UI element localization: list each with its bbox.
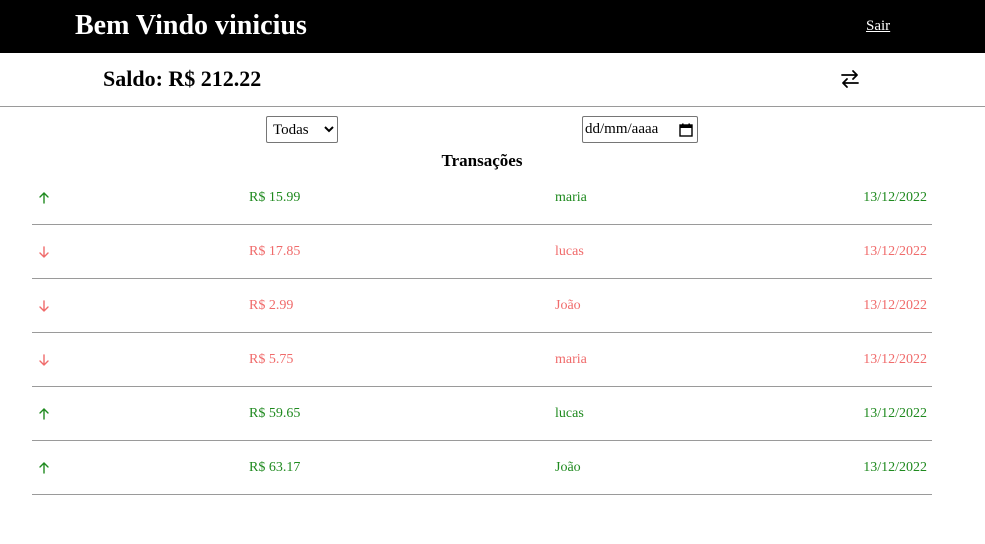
transaction-name: João (555, 460, 581, 475)
balance-value: Saldo: R$ 212.22 (103, 66, 262, 91)
transaction-date: 13/12/2022 (863, 406, 927, 421)
date-placeholder: dd/mm/aaaa (585, 121, 659, 137)
transaction-row: R$ 5.75 maria 13/12/2022 (32, 333, 932, 387)
income-arrow-icon (39, 408, 49, 420)
transfer-arrows-icon[interactable] (838, 67, 862, 91)
income-arrow-icon (39, 462, 49, 474)
expense-arrow-icon (39, 246, 49, 258)
transaction-type-select[interactable]: Todas (266, 116, 338, 143)
balance-bar: Saldo: R$ 212.22 (0, 53, 985, 107)
transaction-date: 13/12/2022 (863, 298, 927, 313)
calendar-icon[interactable] (679, 123, 693, 137)
transaction-date: 13/12/2022 (863, 244, 927, 259)
transaction-amount: R$ 63.17 (249, 460, 301, 475)
transaction-row: R$ 63.17 João 13/12/2022 (32, 441, 932, 495)
logout-link[interactable]: Sair (866, 17, 890, 35)
welcome-title: Bem Vindo vinicius (75, 10, 307, 41)
date-filter-input[interactable]: dd/mm/aaaa (582, 116, 698, 143)
expense-arrow-icon (39, 354, 49, 366)
transaction-row: R$ 2.99 João 13/12/2022 (32, 279, 932, 333)
transaction-name: maria (555, 352, 587, 367)
transaction-amount: R$ 17.85 (249, 244, 301, 259)
transaction-date: 13/12/2022 (863, 190, 927, 205)
transaction-row: R$ 15.99 maria 13/12/2022 (32, 171, 932, 225)
transaction-amount: R$ 59.65 (249, 406, 301, 421)
transaction-row: R$ 17.85 lucas 13/12/2022 (32, 225, 932, 279)
expense-arrow-icon (39, 300, 49, 312)
transaction-date: 13/12/2022 (863, 352, 927, 367)
transactions-list: R$ 15.99 maria 13/12/2022 R$ 17.85 lucas… (32, 171, 932, 495)
transaction-amount: R$ 5.75 (249, 352, 294, 367)
transaction-date: 13/12/2022 (863, 460, 927, 475)
income-arrow-icon (39, 192, 49, 204)
transaction-name: lucas (555, 244, 584, 259)
transaction-name: maria (555, 190, 587, 205)
transactions-title: Transações (441, 151, 523, 170)
transaction-amount: R$ 15.99 (249, 190, 301, 205)
transaction-name: João (555, 298, 581, 313)
transaction-name: lucas (555, 406, 584, 421)
transaction-row: R$ 59.65 lucas 13/12/2022 (32, 387, 932, 441)
transaction-amount: R$ 2.99 (249, 298, 294, 313)
app-header: Bem Vindo vinicius Sair (0, 0, 985, 53)
